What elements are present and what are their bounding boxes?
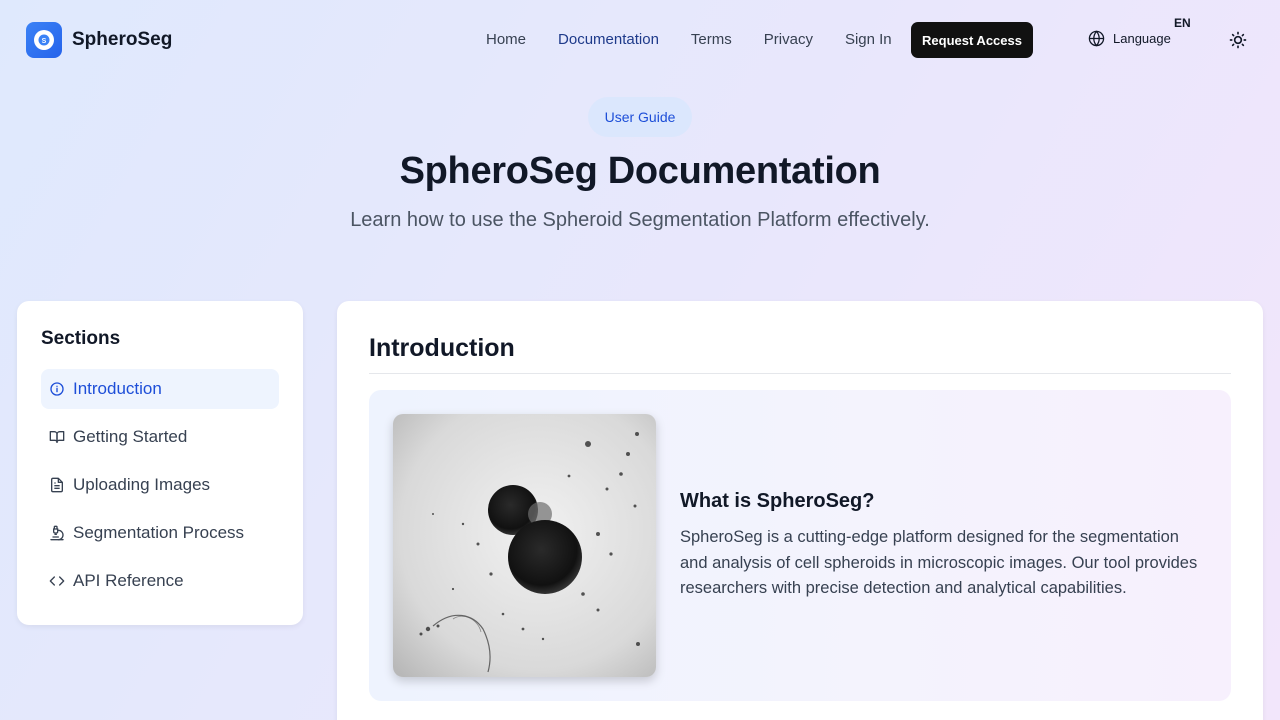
sections-sidebar: Sections Introduction Getting Started Up…: [17, 301, 303, 625]
logo[interactable]: S SpheroSeg: [26, 22, 172, 58]
request-access-button[interactable]: Request Access: [911, 22, 1033, 58]
microscope-icon: [50, 525, 64, 541]
logo-icon: S: [26, 22, 62, 58]
divider: [369, 373, 1231, 374]
sun-icon: [1229, 31, 1247, 49]
nav-documentation[interactable]: Documentation: [558, 22, 659, 58]
card-title: What is SpheroSeg?: [680, 490, 875, 512]
theme-toggle-button[interactable]: [1228, 30, 1248, 50]
sidebar-item-getting-started[interactable]: Getting Started: [41, 417, 279, 457]
globe-icon: [1088, 30, 1105, 47]
sidebar-item-label: Getting Started: [73, 427, 188, 446]
page-subtitle: Learn how to use the Spheroid Segmentati…: [350, 209, 930, 231]
file-text-icon: [51, 477, 63, 493]
main-nav: Home Documentation Terms Privacy Sign In: [486, 22, 924, 58]
nav-privacy[interactable]: Privacy: [764, 22, 813, 58]
nav-home[interactable]: Home: [486, 22, 526, 58]
sidebar-item-segmentation-process[interactable]: Segmentation Process: [41, 513, 279, 553]
sidebar-item-label: Uploading Images: [73, 475, 211, 494]
code-icon: [49, 576, 65, 586]
user-guide-badge: User Guide: [588, 97, 692, 137]
language-code: EN: [1174, 16, 1191, 30]
logo-text: SpheroSeg: [72, 29, 173, 50]
language-selector[interactable]: Language: [1088, 30, 1171, 47]
sidebar-item-api-reference[interactable]: API Reference: [41, 561, 279, 601]
card-description: SpheroSeg is a cutting-edge platform des…: [680, 528, 1198, 597]
spheroid-microscopy-image: [393, 414, 656, 677]
content-card: Introduction What is SpheroSeg? SpheroSe…: [337, 301, 1263, 720]
sidebar-item-label: API Reference: [73, 571, 184, 590]
sidebar-item-introduction[interactable]: Introduction: [41, 369, 279, 409]
sidebar-title: Sections: [41, 328, 121, 349]
book-open-icon: [49, 431, 65, 443]
page-title: SpheroSeg Documentation: [399, 150, 881, 192]
info-icon: [50, 382, 64, 396]
nav-terms[interactable]: Terms: [691, 22, 732, 58]
sidebar-item-label: Introduction: [73, 379, 162, 398]
intro-panel: What is SpheroSeg? SpheroSeg is a cuttin…: [369, 390, 1231, 701]
nav-sign-in[interactable]: Sign In: [845, 22, 892, 58]
sidebar-item-label: Segmentation Process: [73, 523, 245, 542]
language-label: Language: [1113, 31, 1171, 46]
top-header: S SpheroSeg Home Documentation Terms Pri…: [0, 0, 1280, 80]
section-title: Introduction: [369, 334, 515, 362]
svg-text:S: S: [42, 38, 47, 45]
sidebar-item-uploading-images[interactable]: Uploading Images: [41, 465, 279, 505]
